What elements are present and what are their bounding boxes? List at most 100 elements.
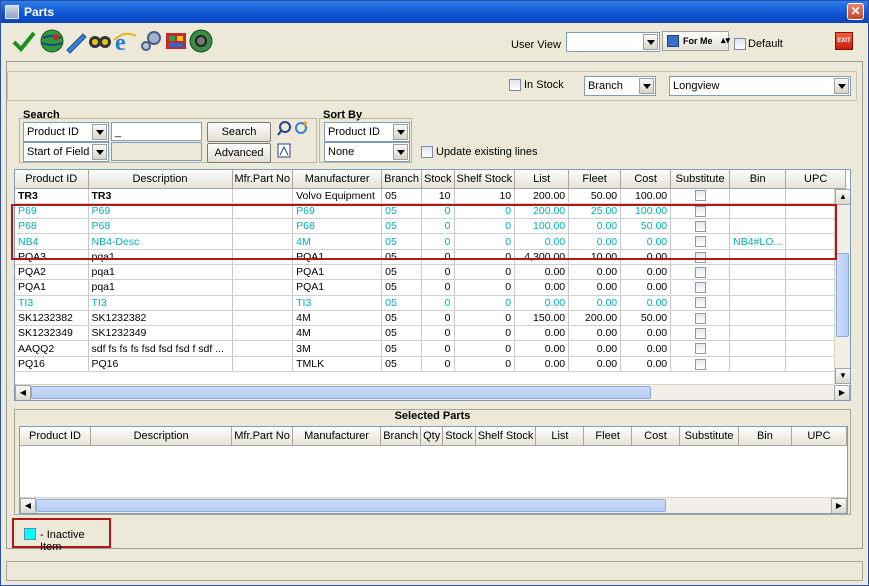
- scroll-down-icon[interactable]: ▼: [835, 368, 850, 384]
- chevron-down-icon[interactable]: [643, 34, 658, 50]
- bin-cell[interactable]: [729, 264, 787, 281]
- chevron-down-icon[interactable]: [92, 144, 107, 160]
- cost-cell[interactable]: 0.00: [620, 249, 672, 265]
- column-header[interactable]: Cost: [631, 427, 681, 446]
- substitute-checkbox[interactable]: [694, 328, 706, 340]
- stock-cell[interactable]: 0: [421, 295, 455, 311]
- branch-cell[interactable]: 05: [381, 203, 422, 220]
- column-header[interactable]: Manufacturer: [292, 427, 382, 446]
- column-header[interactable]: List: [514, 170, 570, 189]
- bin-cell[interactable]: [729, 188, 787, 204]
- mfr-cell[interactable]: [232, 340, 294, 357]
- bin-cell[interactable]: NB4#LO...: [729, 233, 787, 250]
- id-cell[interactable]: PQA1: [15, 279, 89, 296]
- fleet-cell[interactable]: 0.00: [568, 233, 622, 250]
- scroll-right-icon[interactable]: ▶: [831, 498, 847, 513]
- manufacturer-cell[interactable]: 3M: [292, 340, 383, 357]
- scroll-up-icon[interactable]: ▲: [835, 189, 850, 205]
- column-header[interactable]: Stock: [442, 427, 476, 446]
- substitute-cell[interactable]: [670, 295, 731, 311]
- chevron-down-icon[interactable]: [834, 78, 849, 94]
- shelf-cell[interactable]: 10: [454, 188, 516, 204]
- for-me-button[interactable]: For Me ▴▾: [662, 31, 730, 51]
- advanced-button[interactable]: Advanced: [207, 143, 271, 163]
- stock-cell[interactable]: 0: [421, 264, 455, 281]
- desc-cell[interactable]: TI3: [88, 295, 233, 311]
- id-cell[interactable]: PQA3: [15, 249, 89, 265]
- substitute-cell[interactable]: [670, 310, 731, 327]
- close-button[interactable]: ✕: [847, 3, 864, 20]
- branch-cell[interactable]: 05: [381, 279, 422, 296]
- cost-cell[interactable]: 0.00: [620, 340, 672, 357]
- substitute-cell[interactable]: [670, 325, 731, 342]
- stock-cell[interactable]: 0: [421, 310, 455, 327]
- desc-cell[interactable]: P68: [88, 218, 233, 235]
- cost-cell[interactable]: 50.00: [620, 218, 672, 235]
- branch-cell[interactable]: 05: [381, 249, 422, 265]
- update-existing-checkbox[interactable]: [421, 146, 433, 158]
- branch-cell[interactable]: 05: [381, 340, 422, 357]
- branch-cell[interactable]: 05: [381, 295, 422, 311]
- stock-cell[interactable]: 0: [421, 356, 455, 373]
- desc-cell[interactable]: sdf fs fs fs fsd fsd fsd f sdf ...: [88, 340, 233, 357]
- bin-cell[interactable]: [729, 218, 787, 235]
- column-header[interactable]: Manufacturer: [292, 170, 383, 189]
- sort-primary-select[interactable]: Product ID: [324, 122, 410, 142]
- id-cell[interactable]: TI3: [15, 295, 89, 311]
- column-header[interactable]: Mfr.Part No: [232, 170, 294, 189]
- manufacturer-cell[interactable]: P69: [292, 203, 383, 220]
- fleet-cell[interactable]: 0.00: [568, 325, 622, 342]
- chevron-down-icon[interactable]: [92, 124, 107, 140]
- world-gears-icon[interactable]: [188, 28, 214, 54]
- stock-cell[interactable]: 0: [421, 325, 455, 342]
- substitute-checkbox[interactable]: [694, 297, 706, 309]
- branch-cell[interactable]: 05: [381, 218, 422, 235]
- id-cell[interactable]: PQA2: [15, 264, 89, 281]
- gears-icon[interactable]: [138, 28, 164, 54]
- substitute-cell[interactable]: [670, 356, 731, 373]
- shelf-cell[interactable]: 0: [454, 233, 516, 250]
- fleet-cell[interactable]: 0.00: [568, 264, 622, 281]
- column-header[interactable]: Shelf Stock: [454, 170, 516, 189]
- shelf-cell[interactable]: 0: [454, 295, 516, 311]
- browser-e-icon[interactable]: e: [112, 28, 138, 56]
- shelf-cell[interactable]: 0: [454, 279, 516, 296]
- fleet-cell[interactable]: 0.00: [568, 356, 622, 373]
- column-header[interactable]: Substitute: [670, 170, 731, 189]
- mfr-cell[interactable]: [232, 188, 294, 204]
- shelf-cell[interactable]: 0: [454, 325, 516, 342]
- list-cell[interactable]: 0.00: [514, 325, 570, 342]
- list-cell[interactable]: 150.00: [514, 310, 570, 327]
- chevron-down-icon[interactable]: [393, 124, 408, 140]
- substitute-checkbox[interactable]: [694, 236, 706, 248]
- stock-cell[interactable]: 0: [421, 218, 455, 235]
- shelf-cell[interactable]: 0: [454, 249, 516, 265]
- branch-cell[interactable]: 05: [381, 233, 422, 250]
- bin-cell[interactable]: [729, 203, 787, 220]
- mfr-cell[interactable]: [232, 310, 294, 327]
- parts-vertical-thumb[interactable]: [836, 253, 849, 337]
- list-cell[interactable]: 0.00: [514, 264, 570, 281]
- in-stock-checkbox[interactable]: [509, 79, 521, 91]
- desc-cell[interactable]: SK1232349: [88, 325, 233, 342]
- exit-button[interactable]: EXIT: [835, 32, 853, 50]
- table-row[interactable]: P68 P68 P68 05 0 0 100.00 0.00 50.00: [15, 218, 847, 235]
- search-input[interactable]: _: [111, 122, 202, 141]
- stock-cell[interactable]: 0: [421, 340, 455, 357]
- substitute-checkbox[interactable]: [694, 190, 706, 202]
- substitute-cell[interactable]: [670, 249, 731, 265]
- mfr-cell[interactable]: [232, 249, 294, 265]
- bin-cell[interactable]: [729, 356, 787, 373]
- manufacturer-cell[interactable]: 4M: [292, 233, 383, 250]
- column-header[interactable]: Branch: [380, 427, 422, 446]
- mfr-cell[interactable]: [232, 218, 294, 235]
- parts-horizontal-thumb[interactable]: [31, 386, 651, 399]
- cost-cell[interactable]: 0.00: [620, 325, 672, 342]
- cost-cell[interactable]: 0.00: [620, 295, 672, 311]
- bin-cell[interactable]: [729, 325, 787, 342]
- fleet-cell[interactable]: 0.00: [568, 218, 622, 235]
- desc-cell[interactable]: SK1232382: [88, 310, 233, 327]
- list-cell[interactable]: 200.00: [514, 188, 570, 204]
- scroll-left-icon[interactable]: ◀: [15, 385, 31, 400]
- column-header[interactable]: Product ID: [15, 170, 89, 189]
